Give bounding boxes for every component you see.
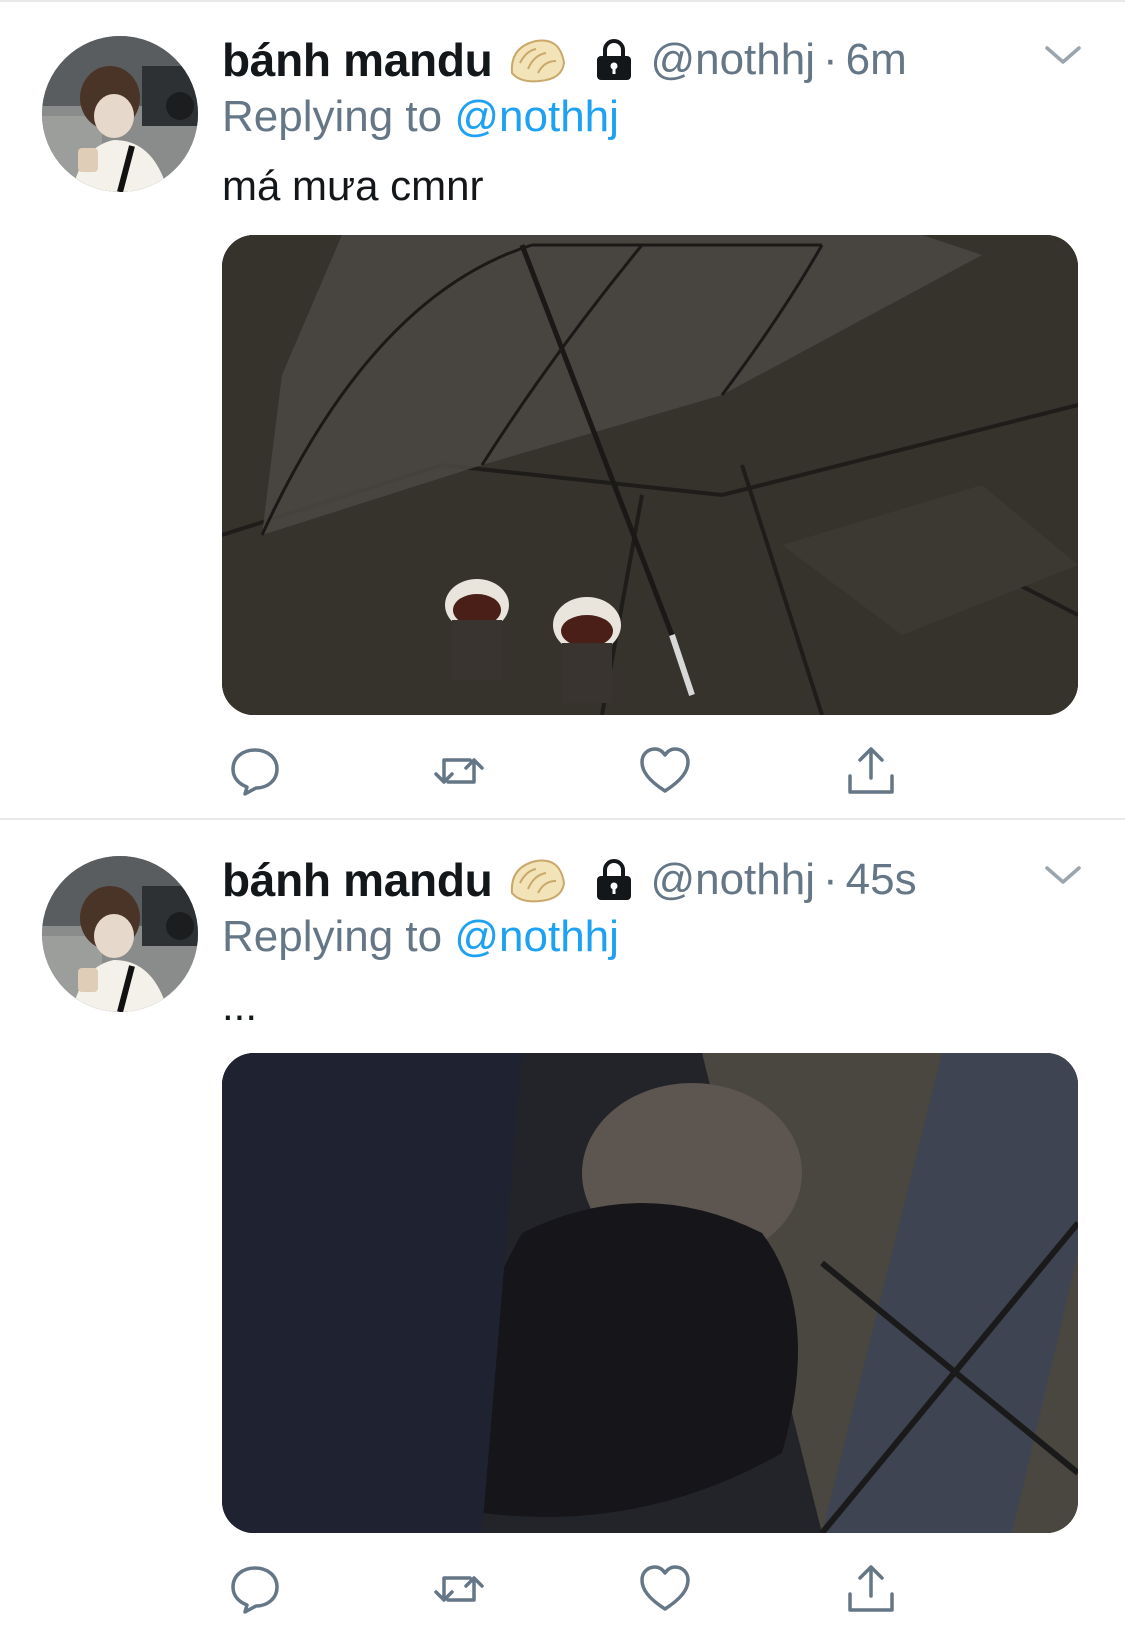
author-handle[interactable]: @nothhj [650, 35, 815, 85]
dumpling-emoji-icon [506, 853, 568, 907]
dumpling-emoji-icon [506, 33, 568, 87]
tweet-feed: bánh mandu @nothhj · 6m Replying to @not… [0, 0, 1125, 1638]
share-icon[interactable] [844, 1562, 898, 1616]
timestamp[interactable]: 45s [846, 855, 917, 905]
like-icon[interactable] [638, 744, 692, 798]
replying-prefix: Replying to [222, 912, 443, 961]
tweet[interactable]: bánh mandu @nothhj · 45s Replying to @no… [0, 820, 1125, 1638]
mention-link[interactable]: @nothhj [454, 92, 619, 141]
tweet-header: bánh mandu @nothhj · 45s [222, 850, 917, 910]
chevron-down-icon[interactable] [1043, 40, 1083, 70]
reply-icon[interactable] [228, 1562, 282, 1616]
tweet-media-photo[interactable] [222, 235, 1078, 715]
replying-to: Replying to @nothhj [222, 912, 619, 962]
lock-icon [594, 858, 634, 902]
retweet-icon[interactable] [432, 1562, 486, 1616]
separator: · [823, 855, 838, 904]
lock-icon [594, 38, 634, 82]
replying-to: Replying to @nothhj [222, 92, 619, 142]
author-name[interactable]: bánh mandu [222, 33, 493, 87]
tweet-text: ... [222, 982, 258, 1029]
tweet-actions [222, 1562, 902, 1616]
avatar[interactable] [42, 856, 198, 1012]
tweet-media-photo[interactable] [222, 1053, 1078, 1533]
share-icon[interactable] [844, 744, 898, 798]
separator: · [823, 35, 838, 84]
retweet-icon[interactable] [432, 744, 486, 798]
reply-icon[interactable] [228, 744, 282, 798]
tweet-actions [222, 744, 902, 798]
author-name[interactable]: bánh mandu [222, 853, 493, 907]
tweet[interactable]: bánh mandu @nothhj · 6m Replying to @not… [0, 0, 1125, 820]
avatar[interactable] [42, 36, 198, 192]
replying-prefix: Replying to [222, 92, 443, 141]
like-icon[interactable] [638, 1562, 692, 1616]
timestamp[interactable]: 6m [846, 35, 907, 85]
mention-link[interactable]: @nothhj [454, 912, 619, 961]
tweet-header: bánh mandu @nothhj · 6m [222, 30, 907, 90]
tweet-text: má mưa cmnr [222, 162, 484, 209]
author-handle[interactable]: @nothhj [650, 855, 815, 905]
chevron-down-icon[interactable] [1043, 860, 1083, 890]
